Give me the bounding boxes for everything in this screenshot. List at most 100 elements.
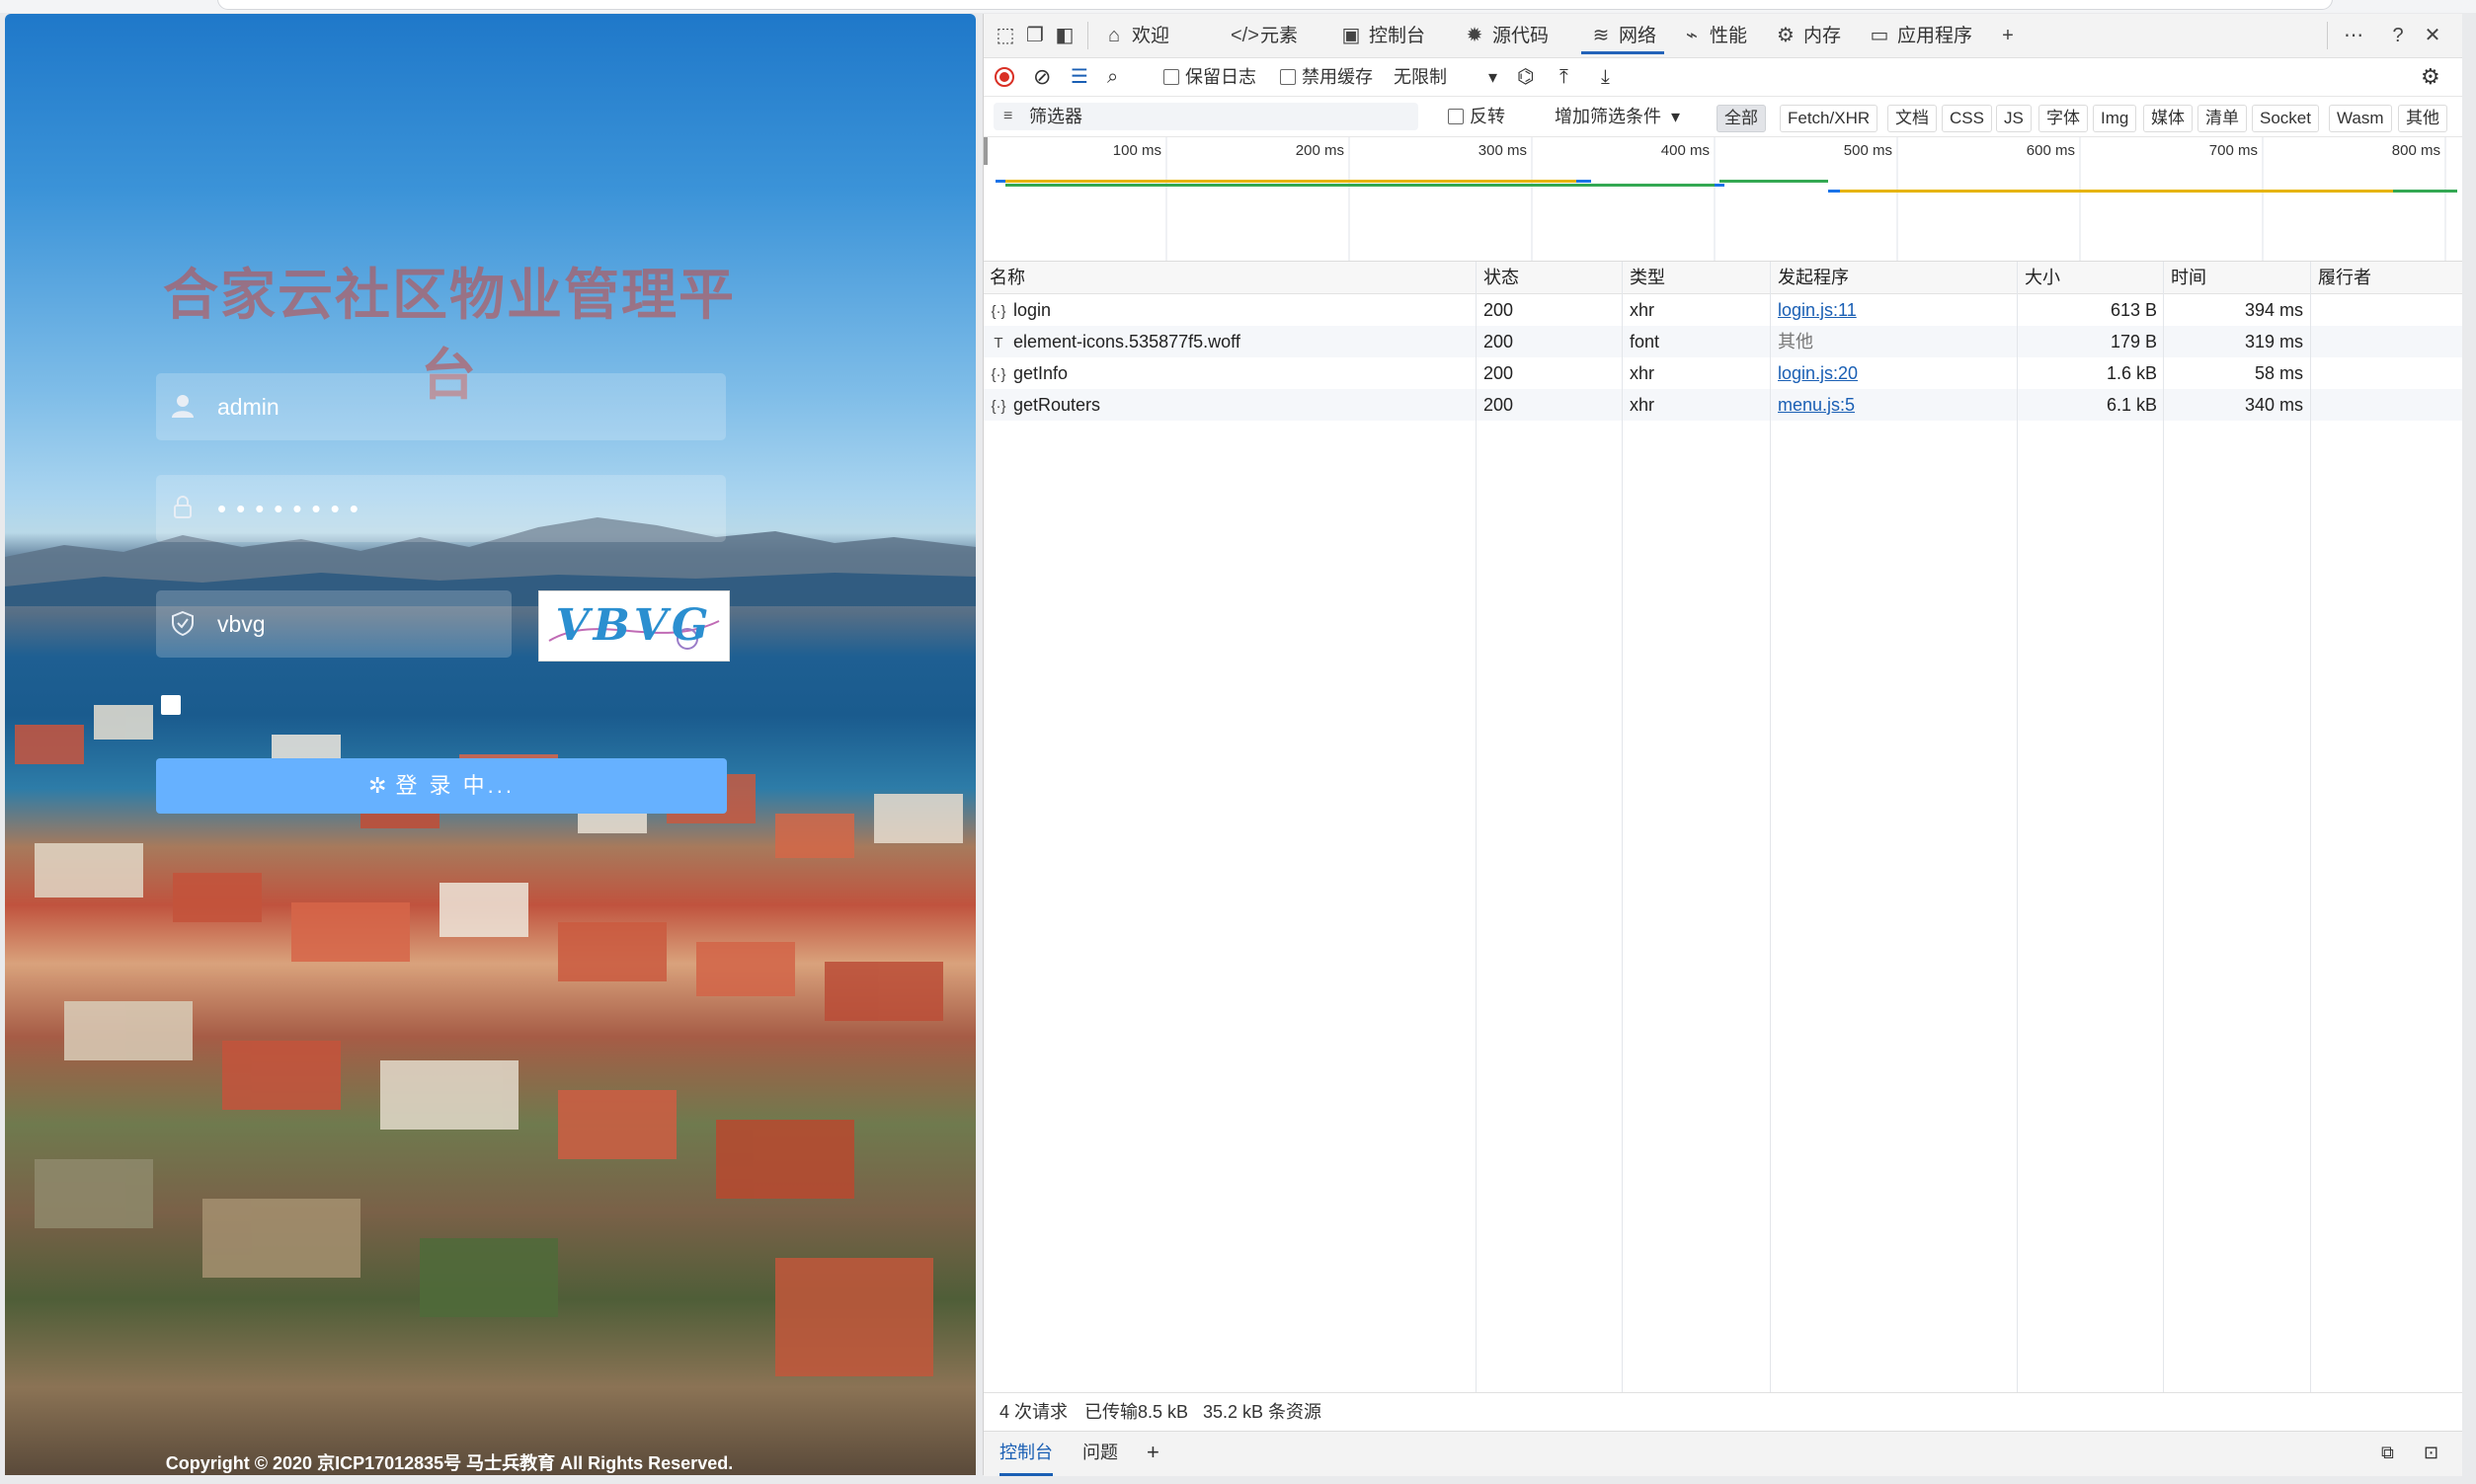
col-time[interactable]: 时间 (2165, 262, 2206, 293)
clear-icon[interactable]: ⊘ (1033, 58, 1051, 96)
captcha-image[interactable]: VBVG (538, 590, 730, 662)
more-options-icon[interactable]: ⋯ (2342, 20, 2371, 51)
filter-type-wasm[interactable]: Wasm (2329, 105, 2392, 132)
drawer-tab-console[interactable]: 控制台 (999, 1432, 1053, 1476)
close-icon[interactable]: ✕ (2421, 20, 2450, 51)
filter-toggle-icon[interactable]: ☰ (1071, 58, 1088, 96)
throttle-select[interactable]: 无限制 ▾ (1394, 58, 1497, 96)
table-row[interactable]: {·} login 200 xhr login.js:11 613 B 394 m… (984, 294, 2462, 326)
drawer-tab-issues[interactable]: 问题 (1082, 1432, 1118, 1473)
tab-application[interactable]: ▭ 应用程序 (1868, 20, 1972, 51)
captcha-field[interactable]: vbvg (156, 590, 512, 658)
filter-type-other[interactable]: 其他 (2398, 105, 2447, 132)
settings-gear-icon[interactable]: ⚙ (2421, 58, 2440, 96)
request-name: element-icons.535877f5.woff (1013, 332, 1240, 351)
more-filters-dropdown[interactable]: 增加筛选条件 ▾ (1555, 97, 1680, 136)
tick-300ms: 300 ms (1478, 142, 1527, 159)
tab-welcome[interactable]: ⌂ 欢迎 (1102, 20, 1169, 51)
dock-side-icon[interactable]: ◧ (1053, 20, 1082, 51)
filter-type-fetch-xhr[interactable]: Fetch/XHR (1780, 105, 1878, 132)
tab-performance[interactable]: ⌁ 性能 (1680, 20, 1747, 51)
device-emulation-icon[interactable]: ❐ (1023, 20, 1053, 51)
column-divider[interactable] (1476, 262, 1477, 1397)
col-status[interactable]: 状态 (1478, 262, 1519, 293)
column-divider[interactable] (2163, 262, 2164, 1397)
col-initiator[interactable]: 发起程序 (1772, 262, 1849, 293)
export-har-icon[interactable]: ⤓ (1601, 58, 1610, 96)
toolbar-separator (2327, 22, 2328, 49)
initiator-link[interactable]: login.js:20 (1778, 363, 1858, 383)
username-field[interactable]: admin (156, 373, 726, 440)
invert-checkbox[interactable]: 反转 (1448, 97, 1505, 136)
table-row[interactable]: {·} getInfo 200 xhr login.js:20 1.6 kB 58… (984, 357, 2462, 389)
column-divider[interactable] (1622, 262, 1623, 1397)
col-fulfilled-by[interactable]: 履行者 (2312, 262, 2371, 293)
preserve-log-checkbox[interactable]: 保留日志 (1163, 58, 1256, 96)
tick-500ms: 500 ms (1844, 142, 1892, 159)
column-divider[interactable] (2310, 262, 2311, 1397)
captcha-text: VBVG (555, 600, 713, 651)
col-type[interactable]: 类型 (1624, 262, 1665, 293)
resources-size: 35.2 kB 条资源 (1203, 1402, 1322, 1422)
filter-type-font[interactable]: 字体 (2038, 105, 2088, 132)
disable-cache-checkbox[interactable]: 禁用缓存 (1280, 58, 1373, 96)
tick-400ms: 400 ms (1661, 142, 1710, 159)
code-icon: </> (1231, 25, 1259, 46)
filter-type-css[interactable]: CSS (1942, 105, 1992, 132)
table-header: 名称 状态 类型 发起程序 大小 时间 履行者 (984, 262, 2462, 294)
network-overview-timeline[interactable]: 100 ms 200 ms 300 ms 400 ms 500 ms 600 m… (984, 137, 2462, 262)
inspect-element-icon[interactable]: ⬚ (994, 20, 1023, 51)
request-name: login (1013, 300, 1052, 320)
search-icon[interactable]: ⌕ (1107, 58, 1118, 96)
filter-type-img[interactable]: Img (2093, 105, 2137, 132)
bug-icon: ✹ (1466, 25, 1483, 46)
tick-700ms: 700 ms (2209, 142, 2258, 159)
initiator-text: 其他 (1778, 332, 1813, 351)
filter-type-js[interactable]: JS (1996, 105, 2032, 132)
col-size[interactable]: 大小 (2019, 262, 2060, 293)
tick-600ms: 600 ms (2027, 142, 2075, 159)
import-har-icon[interactable]: ⤒ (1559, 58, 1568, 96)
column-divider[interactable] (2017, 262, 2018, 1397)
password-value: •••••••• (217, 494, 368, 523)
address-bar[interactable] (217, 0, 2333, 10)
initiator-link[interactable]: menu.js:5 (1778, 395, 1855, 415)
filter-icon: ≡ (1003, 108, 1013, 124)
expand-drawer-icon[interactable]: ⊡ (2424, 1432, 2438, 1473)
filter-type-manifest[interactable]: 清单 (2197, 105, 2247, 132)
tab-memory[interactable]: ⚙ 内存 (1774, 20, 1841, 51)
col-name[interactable]: 名称 (984, 262, 1025, 293)
tab-console[interactable]: ▣ 控制台 (1339, 20, 1425, 51)
table-row[interactable]: Telement-icons.535877f5.woff 200 font 其他… (984, 326, 2462, 357)
remember-me-checkbox[interactable] (161, 695, 181, 715)
record-icon[interactable] (994, 58, 1015, 96)
add-tab-icon[interactable]: + (1996, 20, 2026, 51)
tick-200ms: 200 ms (1296, 142, 1344, 159)
dock-drawer-icon[interactable]: ⧉ (2381, 1432, 2394, 1473)
tab-sources[interactable]: ✹ 源代码 (1463, 20, 1549, 51)
tab-network[interactable]: ≋ 网络 (1581, 20, 1665, 54)
browser-top-strip (0, 0, 2476, 13)
tab-elements[interactable]: </>元素 (1231, 20, 1298, 51)
filter-type-media[interactable]: 媒体 (2143, 105, 2193, 132)
request-size: 6.1 kB (2106, 395, 2157, 415)
column-divider[interactable] (1770, 262, 1771, 1397)
network-summary-bar: 4 次请求 已传输8.5 kB 35.2 kB 条资源 (984, 1392, 2462, 1431)
filter-input[interactable]: ≡ 筛选器 (994, 103, 1418, 130)
login-button[interactable]: ✲ 登 录 中... (156, 758, 727, 814)
network-conditions-icon[interactable]: ⌬ (1517, 58, 1534, 96)
password-field[interactable]: •••••••• (156, 475, 726, 542)
filter-type-doc[interactable]: 文档 (1887, 105, 1937, 132)
filter-type-socket[interactable]: Socket (2252, 105, 2319, 132)
help-icon[interactable]: ? (2386, 20, 2416, 51)
table-row[interactable]: {·} getRouters 200 xhr menu.js:5 6.1 kB 3… (984, 389, 2462, 421)
initiator-link[interactable]: login.js:11 (1778, 300, 1857, 320)
add-drawer-tab-icon[interactable]: + (1147, 1432, 1159, 1473)
toolbar-separator (1087, 22, 1088, 49)
loading-spinner-icon: ✲ (368, 773, 390, 798)
performance-icon: ⌁ (1685, 25, 1699, 46)
request-size: 613 B (2110, 300, 2157, 320)
xhr-icon: {·} (991, 303, 1006, 320)
request-type: xhr (1630, 300, 1655, 320)
filter-type-all[interactable]: 全部 (1717, 105, 1766, 132)
